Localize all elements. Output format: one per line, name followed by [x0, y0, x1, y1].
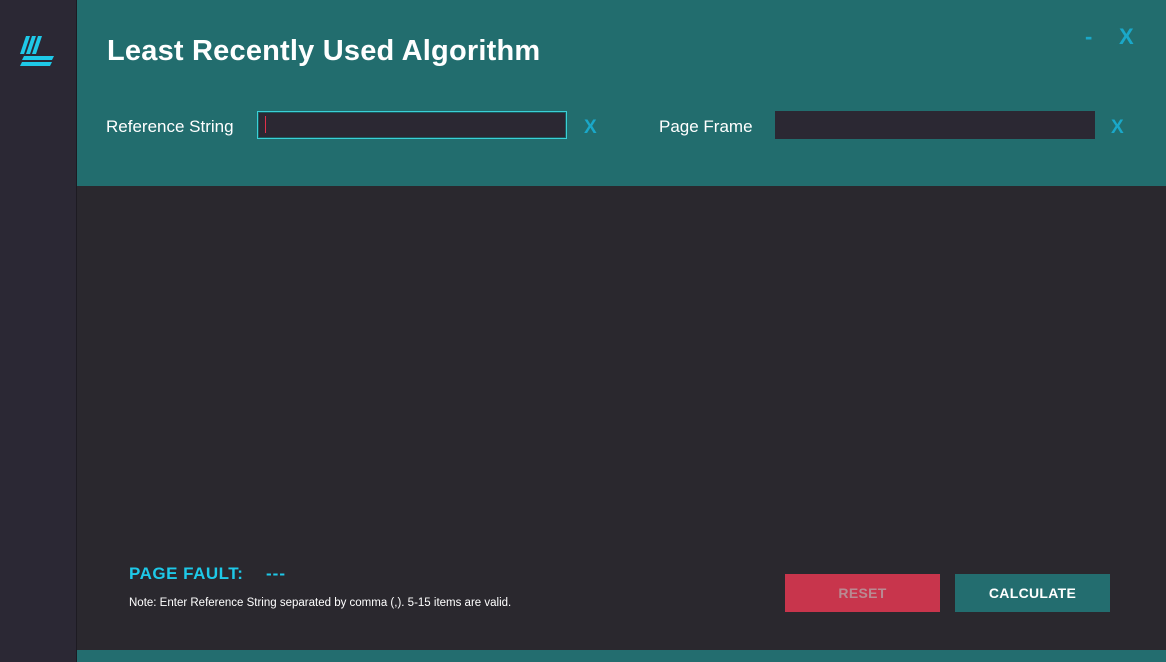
- page-fault-value: ---: [266, 564, 286, 583]
- page-frame-input[interactable]: [775, 111, 1095, 139]
- reference-string-label: Reference String: [106, 117, 234, 136]
- reset-button[interactable]: RESET: [785, 574, 940, 612]
- page-title: Least Recently Used Algorithm: [107, 35, 541, 67]
- minimize-button[interactable]: -: [1085, 24, 1092, 50]
- bottom-bar: [77, 650, 1166, 662]
- calculate-button[interactable]: CALCULATE: [955, 574, 1110, 612]
- input-note: Note: Enter Reference String separated b…: [129, 597, 512, 609]
- reference-string-input[interactable]: [257, 111, 567, 139]
- clear-reference-string-button[interactable]: X: [584, 117, 597, 139]
- header: Least Recently Used Algorithm - X: [77, 0, 1166, 186]
- app-logo-icon: [20, 36, 54, 66]
- page-frame-label: Page Frame: [659, 117, 753, 136]
- text-caret: [265, 116, 266, 133]
- sidebar: [0, 0, 77, 662]
- clear-page-frame-button[interactable]: X: [1111, 117, 1124, 139]
- page-fault-label: PAGE FAULT:: [129, 564, 244, 583]
- close-button[interactable]: X: [1119, 24, 1134, 50]
